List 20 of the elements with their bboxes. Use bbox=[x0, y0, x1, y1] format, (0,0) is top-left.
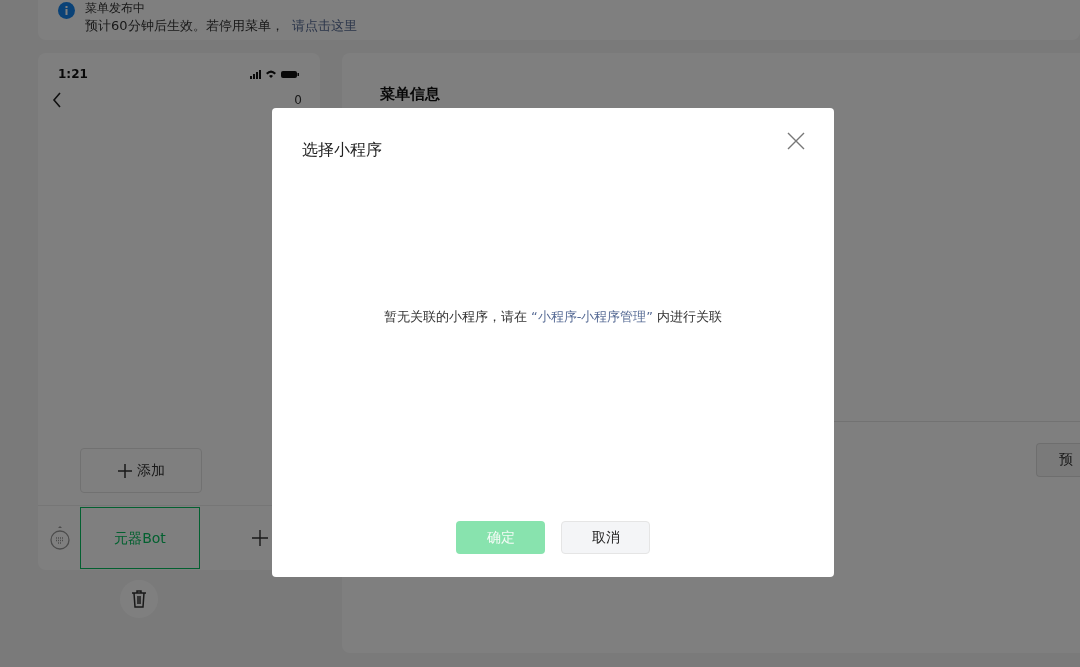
delete-button[interactable] bbox=[120, 580, 158, 618]
cancel-button[interactable]: 取消 bbox=[561, 521, 650, 554]
keyboard-icon[interactable] bbox=[50, 526, 70, 550]
dialog-title: 选择小程序 bbox=[302, 139, 382, 161]
empty-message: 暂无关联的小程序，请在 “小程序-小程序管理” 内进行关联 bbox=[383, 307, 723, 326]
notice-text: 预计60分钟后生效。若停用菜单， bbox=[85, 17, 284, 34]
status-time: 1:21 bbox=[58, 66, 88, 83]
notice-link[interactable]: 请点击这里 bbox=[291, 17, 357, 34]
status-icons bbox=[250, 69, 300, 79]
close-icon[interactable] bbox=[787, 132, 805, 150]
notice-title: 菜单发布中 bbox=[85, 0, 146, 17]
plus-icon[interactable] bbox=[252, 530, 268, 546]
plus-icon bbox=[117, 463, 132, 478]
add-menu-button[interactable]: 添加 bbox=[80, 448, 202, 493]
nav-count: 0 bbox=[294, 92, 302, 109]
mini-program-link[interactable]: “小程序-小程序管理” bbox=[530, 308, 654, 324]
panel-title: 菜单信息 bbox=[380, 84, 441, 105]
back-icon[interactable] bbox=[52, 92, 62, 108]
trash-icon bbox=[131, 590, 147, 608]
preview-button[interactable]: 预 bbox=[1036, 442, 1080, 477]
